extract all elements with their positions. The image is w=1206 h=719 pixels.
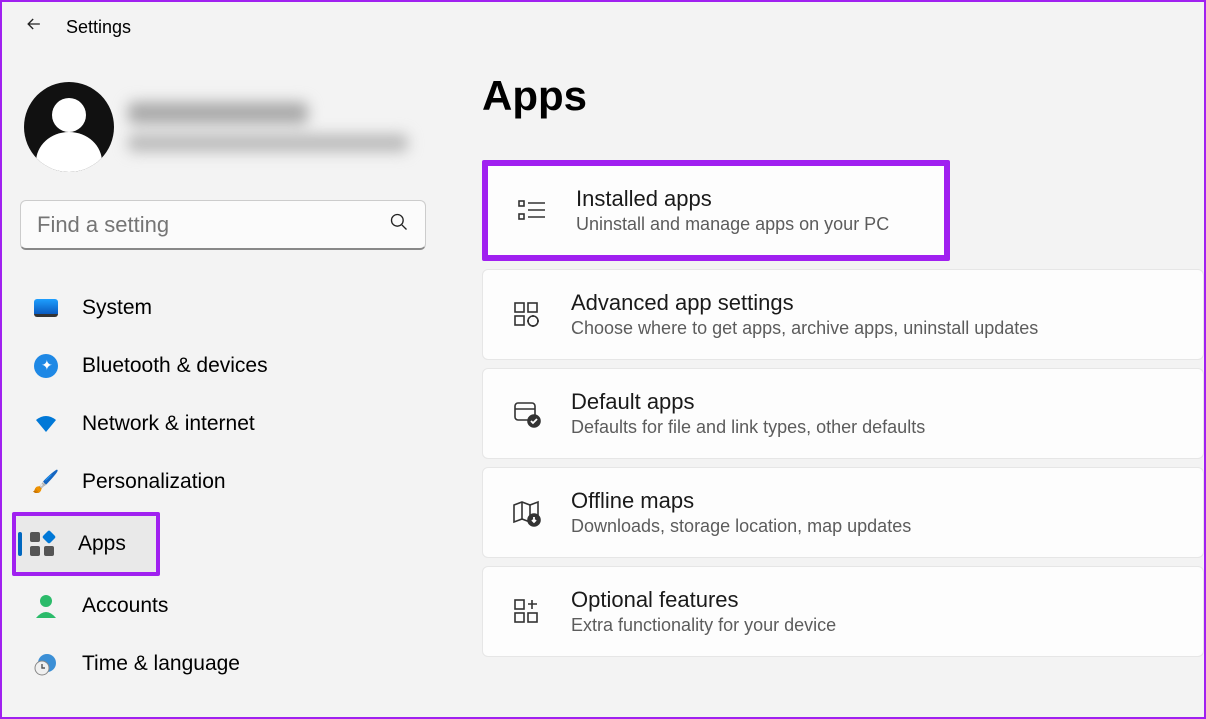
profile-info bbox=[128, 102, 408, 152]
profile-section[interactable] bbox=[16, 72, 430, 200]
map-download-icon bbox=[511, 497, 543, 529]
card-title: Installed apps bbox=[576, 186, 889, 212]
back-button[interactable] bbox=[22, 14, 46, 40]
main-content: Apps Installed apps Uninstall and manage… bbox=[442, 52, 1204, 717]
wifi-icon bbox=[32, 410, 60, 438]
window-title: Settings bbox=[66, 17, 131, 38]
brush-icon: 🖌️ bbox=[32, 468, 60, 496]
avatar bbox=[24, 82, 114, 172]
nav-list: System Bluetooth & devices Network & int… bbox=[16, 280, 430, 692]
card-default-apps[interactable]: Default apps Defaults for file and link … bbox=[482, 368, 1204, 459]
sidebar: System Bluetooth & devices Network & int… bbox=[2, 52, 442, 717]
nav-label: Accounts bbox=[82, 594, 168, 618]
nav-item-network[interactable]: Network & internet bbox=[16, 396, 430, 452]
grid-plus-icon bbox=[511, 596, 543, 628]
card-subtitle: Downloads, storage location, map updates bbox=[571, 516, 911, 537]
nav-label: Network & internet bbox=[82, 412, 255, 436]
person-icon bbox=[32, 592, 60, 620]
list-icon bbox=[516, 195, 548, 227]
card-title: Advanced app settings bbox=[571, 290, 1038, 316]
search-input[interactable] bbox=[37, 212, 389, 238]
nav-item-bluetooth[interactable]: Bluetooth & devices bbox=[16, 338, 430, 394]
clock-globe-icon bbox=[32, 650, 60, 678]
nav-label: Personalization bbox=[82, 470, 226, 494]
nav-label: Time & language bbox=[82, 652, 240, 676]
card-offline-maps[interactable]: Offline maps Downloads, storage location… bbox=[482, 467, 1204, 558]
nav-label: Apps bbox=[78, 532, 126, 556]
system-icon bbox=[32, 294, 60, 322]
card-subtitle: Defaults for file and link types, other … bbox=[571, 417, 925, 438]
card-installed-apps[interactable]: Installed apps Uninstall and manage apps… bbox=[488, 166, 944, 255]
bluetooth-icon bbox=[32, 352, 60, 380]
highlight-apps-nav: Apps bbox=[12, 512, 160, 576]
card-title: Optional features bbox=[571, 587, 836, 613]
card-title: Default apps bbox=[571, 389, 925, 415]
nav-label: System bbox=[82, 296, 152, 320]
card-subtitle: Extra functionality for your device bbox=[571, 615, 836, 636]
page-title: Apps bbox=[482, 72, 1204, 120]
card-subtitle: Uninstall and manage apps on your PC bbox=[576, 214, 889, 235]
nav-item-time[interactable]: Time & language bbox=[16, 636, 430, 692]
nav-item-personalization[interactable]: 🖌️ Personalization bbox=[16, 454, 430, 510]
highlight-installed-apps: Installed apps Uninstall and manage apps… bbox=[482, 160, 950, 261]
apps-icon bbox=[28, 530, 56, 558]
search-icon bbox=[389, 212, 409, 237]
apps-gear-icon bbox=[511, 299, 543, 331]
nav-item-system[interactable]: System bbox=[16, 280, 430, 336]
card-optional-features[interactable]: Optional features Extra functionality fo… bbox=[482, 566, 1204, 657]
nav-item-accounts[interactable]: Accounts bbox=[16, 578, 430, 634]
card-advanced-app-settings[interactable]: Advanced app settings Choose where to ge… bbox=[482, 269, 1204, 360]
search-box[interactable] bbox=[20, 200, 426, 250]
window-check-icon bbox=[511, 398, 543, 430]
nav-label: Bluetooth & devices bbox=[82, 354, 268, 378]
card-subtitle: Choose where to get apps, archive apps, … bbox=[571, 318, 1038, 339]
card-title: Offline maps bbox=[571, 488, 911, 514]
nav-item-apps[interactable]: Apps bbox=[16, 516, 156, 572]
